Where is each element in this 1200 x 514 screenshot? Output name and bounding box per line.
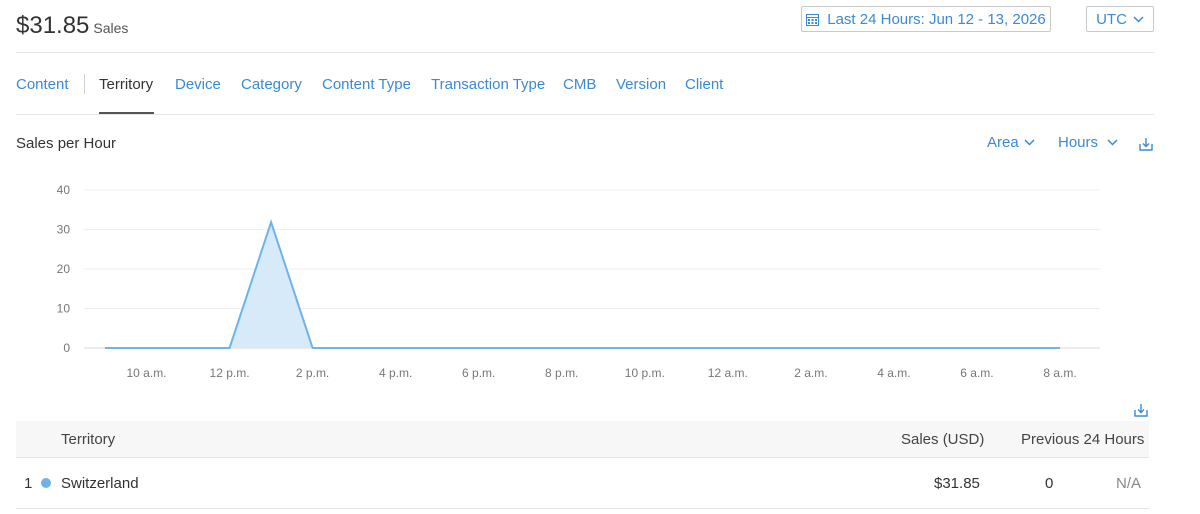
y-tick-label: 10: [57, 302, 71, 316]
x-tick-label: 8 a.m.: [1043, 366, 1076, 380]
sales-total-label: Sales: [93, 20, 129, 36]
row-previous: 0: [1045, 475, 1054, 492]
tab-version[interactable]: Version: [616, 76, 666, 93]
sales-per-hour-chart: 0 10 20 30 40 10 a.m. 12 p.m. 2 p.m. 4 p.m. 6 p.m…: [57, 183, 1100, 380]
chevron-down-icon: [1133, 15, 1144, 23]
x-tick-label: 12 a.m.: [708, 366, 748, 380]
x-tick-label: 2 p.m.: [296, 366, 329, 380]
tab-territory[interactable]: Territory: [99, 76, 153, 93]
tab-client[interactable]: Client: [685, 76, 723, 93]
timezone-dropdown[interactable]: UTC: [1086, 6, 1154, 32]
x-tick-label: 6 a.m.: [960, 366, 993, 380]
series-color-dot: [41, 478, 51, 488]
table-header: Territory Sales (USD) Previous 24 Hours: [16, 421, 1149, 458]
download-icon[interactable]: [1138, 136, 1154, 152]
tab-content-type[interactable]: Content Type: [322, 76, 411, 93]
summary-header: $31.85 Sales Last 24 Hours: Jun 12 - 13, …: [16, 6, 1154, 53]
chart-title: Sales per Hour: [16, 135, 117, 152]
y-tick-label: 30: [57, 223, 71, 237]
x-tick-label: 2 a.m.: [794, 366, 827, 380]
x-tick-label: 6 p.m.: [462, 366, 495, 380]
column-territory[interactable]: Territory: [61, 431, 115, 448]
sales-total: $31.85 Sales: [16, 12, 128, 40]
x-tick-label: 4 p.m.: [379, 366, 412, 380]
chart-type-dropdown[interactable]: Area: [987, 134, 1035, 151]
column-previous[interactable]: Previous 24 Hours: [1021, 431, 1144, 448]
x-tick-label: 12 p.m.: [210, 366, 250, 380]
date-range-button[interactable]: Last 24 Hours: Jun 12 - 13, 2026: [801, 6, 1051, 32]
row-territory: Switzerland: [61, 475, 139, 492]
table-row[interactable]: 1 Switzerland $31.85 0 N/A: [16, 458, 1149, 509]
chart-type-label: Area: [987, 134, 1019, 151]
tab-category[interactable]: Category: [241, 76, 302, 93]
row-rank: 1: [24, 475, 33, 492]
x-tick-label: 10 p.m.: [625, 366, 665, 380]
tab-cmb[interactable]: CMB: [563, 76, 596, 93]
x-tick-label: 8 p.m.: [545, 366, 578, 380]
tab-content[interactable]: Content: [16, 76, 69, 93]
timezone-label: UTC: [1096, 10, 1127, 28]
x-tick-label: 4 a.m.: [877, 366, 910, 380]
calendar-icon: [806, 13, 820, 26]
y-tick-label: 0: [63, 341, 70, 355]
tab-transaction-type[interactable]: Transaction Type: [431, 76, 545, 93]
y-tick-label: 40: [57, 183, 71, 197]
x-tick-label: 10 a.m.: [127, 366, 167, 380]
granularity-label: Hours: [1058, 134, 1099, 151]
granularity-dropdown[interactable]: Hours: [1058, 134, 1118, 151]
y-tick-label: 20: [57, 262, 71, 276]
date-range-label: Last 24 Hours: Jun 12 - 13, 2026: [827, 10, 1046, 28]
row-sales: $31.85: [934, 475, 980, 492]
dimension-tabs: Content Territory Device Category Conten…: [16, 52, 1154, 115]
chevron-down-icon: [1107, 139, 1118, 146]
sales-total-value: $31.85: [16, 12, 90, 39]
download-icon[interactable]: [1133, 402, 1149, 418]
column-sales[interactable]: Sales (USD): [901, 431, 984, 448]
series-area: [105, 222, 1060, 348]
row-change: N/A: [1116, 475, 1142, 492]
chevron-down-icon: [1024, 139, 1035, 146]
active-tab-indicator: [99, 112, 154, 114]
tab-device[interactable]: Device: [175, 76, 221, 93]
tab-divider: [84, 74, 85, 94]
